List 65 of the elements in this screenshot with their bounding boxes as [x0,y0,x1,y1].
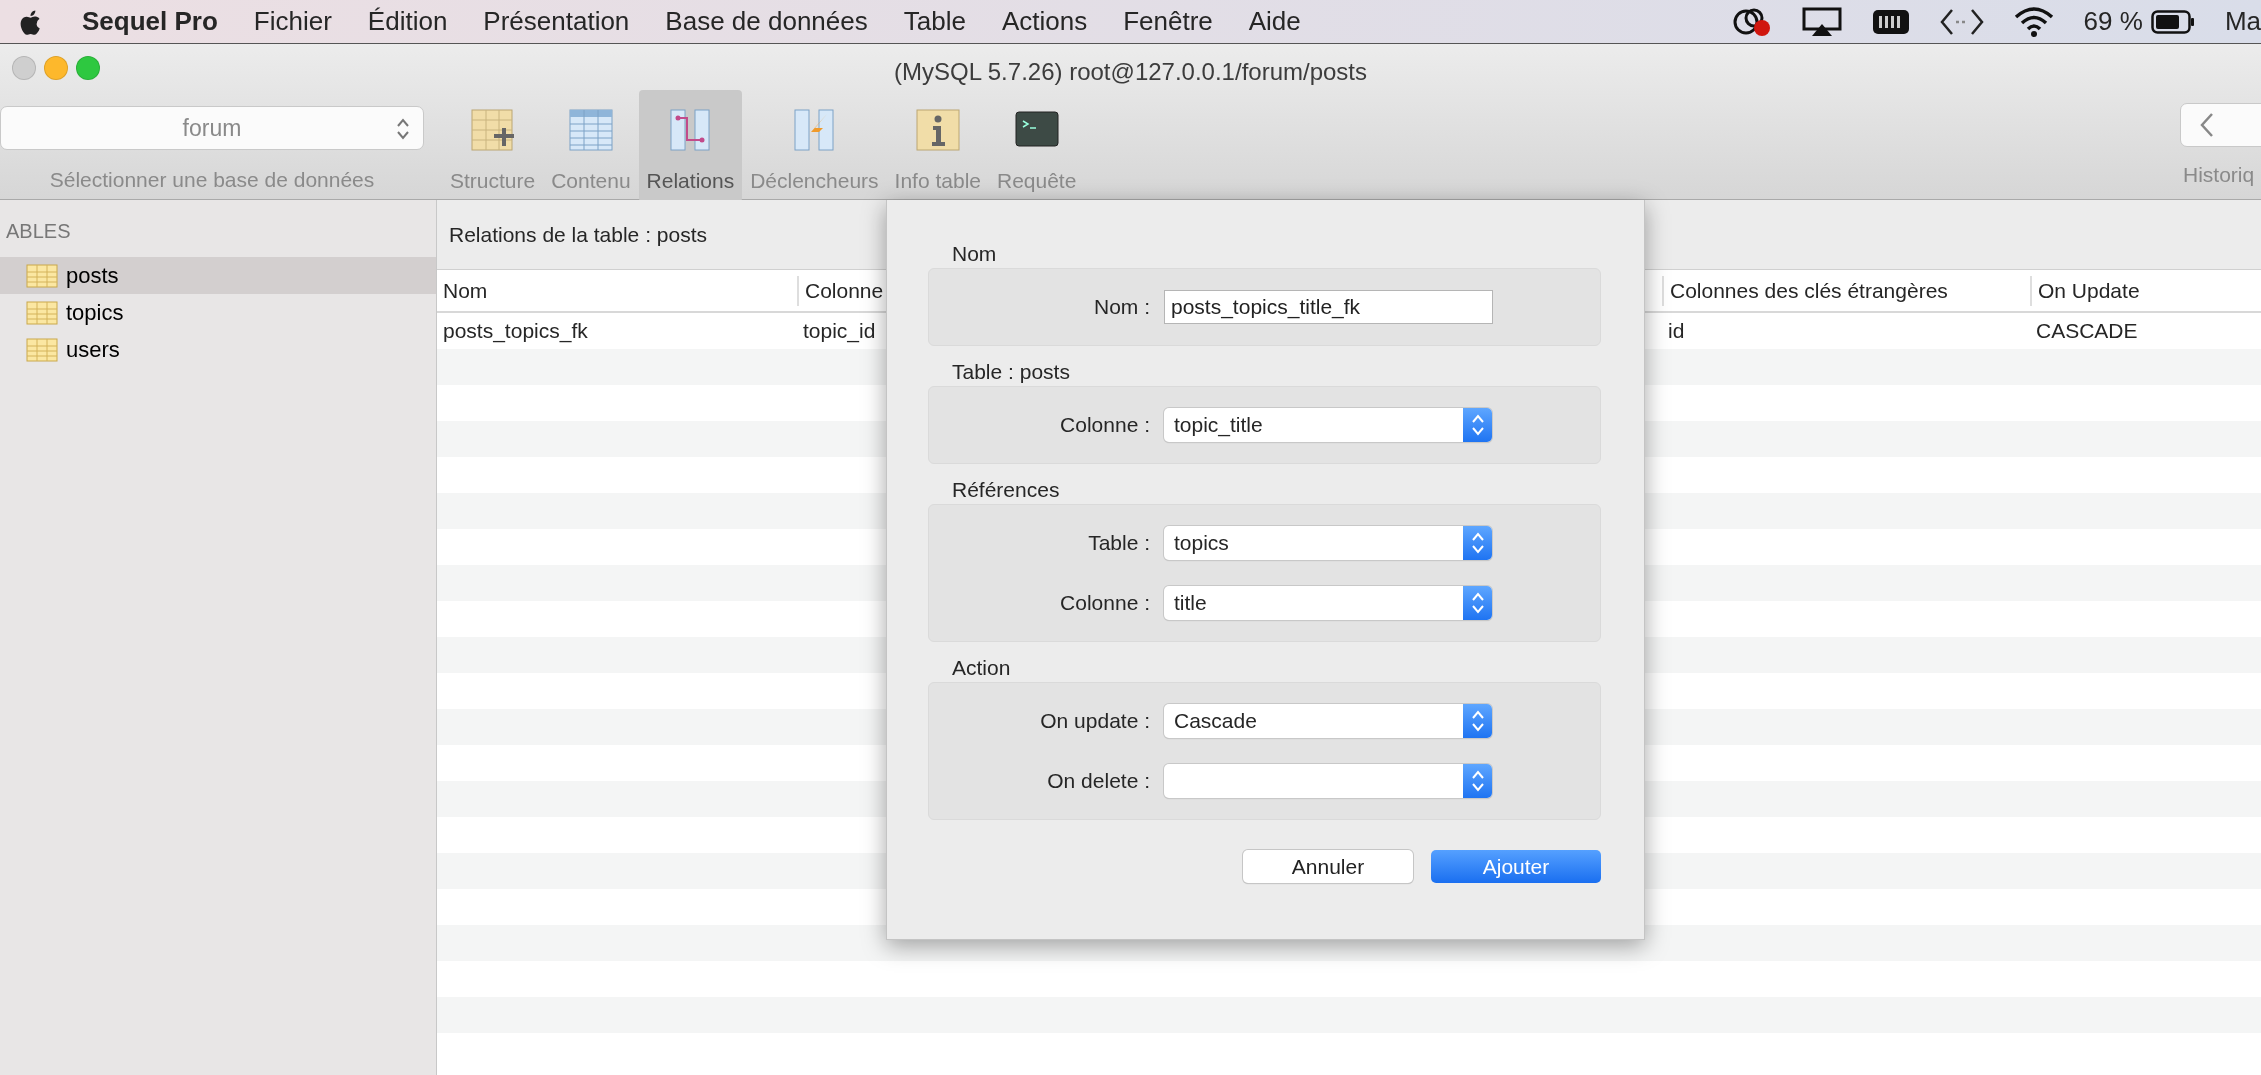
menu-item[interactable]: Fenêtre [1105,2,1231,41]
battery-percent: 69 % [2083,5,2143,38]
section-title: Action [951,655,1012,681]
menu-item[interactable]: Base de données [647,2,886,41]
menu-clock: Ma [2224,5,2261,38]
info-icon [914,106,961,152]
field-label: Colonne : [1059,412,1150,439]
add-button[interactable]: Ajouter [1431,850,1601,883]
zoom-button[interactable] [76,56,100,80]
chevron-left-icon [2199,112,2215,138]
section-title: Références [951,477,1061,503]
sidebar-heading: ABLES [5,219,72,244]
menu-item[interactable]: Présentation [465,2,648,41]
name-input-field[interactable]: posts_topics_title_fk [1164,290,1493,324]
database-label: Sélectionner une base de données [49,167,375,193]
table-cell-text: topic_id [802,318,877,345]
select-dropdown[interactable]: title [1164,586,1492,620]
column-header[interactable]: Colonnes des clés étrangères [1662,275,2030,306]
chevron-updown-icon [1470,709,1485,733]
field-label: Nom : [1093,294,1150,321]
wifi-icon [2013,6,2054,37]
select-dropdown[interactable] [1164,764,1492,798]
table-icon [26,300,58,325]
sidebar-item[interactable]: posts [0,257,436,294]
menu-item[interactable]: Table [885,2,984,41]
window-title: (MySQL 5.7.26) root@127.0.0.1/forum/posts [894,57,1367,87]
select-dropdown[interactable]: topic_title [1164,408,1492,442]
minimize-button[interactable] [44,56,68,80]
chevron-updown-icon [1470,531,1485,555]
sidebar-item[interactable]: topics [0,294,436,331]
table-icon [26,337,58,362]
menu-item[interactable]: Actions [983,2,1106,41]
cancel-button[interactable]: Annuler [1243,850,1413,883]
table-cell-text: posts_topics_fk [442,318,589,345]
section-title: Table : posts [951,359,1071,385]
column-header[interactable]: Nom [437,275,797,306]
field-label: On delete : [1046,768,1150,795]
table-icon [26,263,58,288]
select-dropdown[interactable]: topics [1164,526,1492,560]
battery-icon [2150,9,2195,34]
back-button[interactable] [2180,103,2261,147]
chevron-updown-icon [395,116,411,142]
section-title: Nom [951,241,998,267]
table-cell-text: id [1667,318,1686,345]
field-label: Colonne : [1059,590,1150,617]
chevron-updown-icon [1470,591,1485,615]
menu-item[interactable]: Édition [349,2,466,41]
chevron-updown-icon [1470,769,1485,793]
toolbar-tab[interactable]: Relations [638,90,743,202]
sidebar-item[interactable]: users [0,331,436,368]
memory-icon [1871,7,1910,36]
chevron-updown-icon [1470,413,1485,437]
app-menu[interactable]: Sequel Pro [64,2,236,41]
table-cell-text: CASCADE [2035,318,2139,345]
select-dropdown[interactable]: Cascade [1164,704,1492,738]
field-label: Table : [1087,530,1150,557]
menu-item[interactable]: Fichier [235,2,350,41]
history-label: Historiq [2182,162,2255,188]
table-grid-icon [567,106,614,152]
close-button[interactable] [12,56,36,80]
menu-item[interactable]: Aide [1230,2,1319,41]
column-header[interactable]: On Update [2030,275,2261,306]
field-label: On update : [1039,708,1150,735]
airplay-icon [1801,6,1842,37]
table-structure-icon [469,106,516,152]
